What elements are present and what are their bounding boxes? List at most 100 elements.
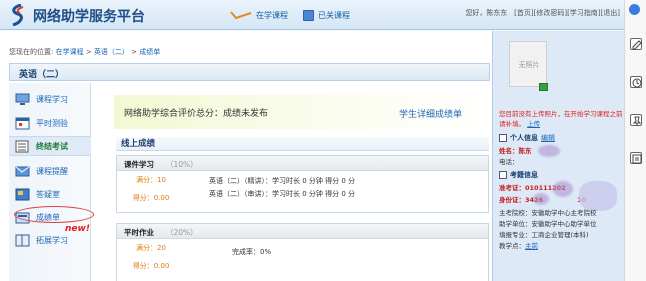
pin-tool-icon[interactable]	[630, 114, 642, 126]
upload-link[interactable]: 上传	[527, 120, 540, 128]
sidebar-item-label: 平时测验	[36, 118, 68, 128]
breadcrumb-sep: >	[131, 48, 138, 56]
new-badge: new!	[65, 224, 90, 234]
tab-current-label: 在学课程	[256, 10, 288, 20]
privacy-blur	[538, 145, 560, 157]
card-title: 课件学习	[124, 160, 154, 169]
got-score: 得分：0.00	[132, 262, 170, 270]
detail-line: 完成率：0%	[232, 248, 272, 256]
full-score: 满分：20	[136, 244, 166, 252]
profile-panel: 无照片 您目前没有上传照片，在开始学习课程之前请补填。 上传 个人信息 编辑 姓…	[492, 31, 624, 281]
sidebar-item-final-exam[interactable]: 终结考试	[9, 136, 91, 156]
logo-icon	[12, 4, 24, 26]
breadcrumb-prefix: 您现在的位置:	[9, 48, 54, 56]
evaluation-value: 成绩未发布	[223, 108, 269, 119]
card-header: 平时作业 （20%）	[117, 224, 488, 239]
phone-row: 电话：	[499, 157, 519, 167]
main-area: 您现在的位置: 在学课程 > 英语（二） > 成绩单 英语（二） 课程学习 平时…	[0, 31, 493, 281]
reminder-icon	[15, 165, 30, 178]
photo-placeholder-text: 无照片	[518, 60, 540, 69]
point-label: 教学点：	[499, 242, 525, 250]
content-area: 网络助学综合评价总分： 成绩未发布 学生详细成绩单 线上成绩 课件学习 （10%）…	[98, 83, 490, 281]
school-value: 安徽助学中心主考院校	[531, 209, 597, 217]
detail-report-link[interactable]: 学生详细成绩单	[399, 107, 462, 120]
personal-info-header: 个人信息 编辑	[499, 133, 555, 143]
evaluation-label: 网络助学综合评价总分：	[124, 108, 224, 119]
breadcrumb-sep: >	[85, 48, 92, 56]
id-label: 身份证：	[499, 196, 525, 204]
sidebar-item-course-study[interactable]: 课程学习	[15, 89, 68, 109]
user-info: 您好，陈东东 [首页][修改密码][学习指南][退出]	[465, 8, 620, 18]
camera-icon[interactable]	[539, 83, 548, 91]
sidebar: 课程学习 平时测验 终结考试 课程提醒 答疑室 成绩单 拓展学习 new!	[9, 83, 91, 281]
card-weight: （20%）	[166, 228, 198, 237]
note-tool-icon[interactable]	[630, 152, 642, 164]
ticket-label: 准考证：	[499, 184, 525, 192]
top-bar: 网络助学服务平台 在学课程 已关课程 您好，陈东东 [首页][修改密码][学习指…	[0, 0, 624, 30]
edit-link[interactable]: 编辑	[541, 133, 555, 143]
major-value: 工商企业管理(本科)	[531, 231, 589, 239]
got-score: 得分：0.00	[132, 194, 170, 202]
edit-tool-icon[interactable]	[630, 38, 642, 50]
card-weight: （10%）	[166, 160, 198, 169]
breadcrumb-current[interactable]: 成绩单	[139, 48, 160, 56]
card-details: 完成率：0%	[232, 246, 271, 259]
personal-header-label: 个人信息	[510, 134, 538, 142]
major-label: 填报专业：	[499, 231, 532, 239]
tab-closed-label: 已关课程	[318, 10, 350, 20]
unit-value: 安徽助学中心助学单位	[531, 220, 597, 228]
sidebar-item-label: 课程学习	[36, 94, 68, 104]
exam-header-label: 考籍信息	[510, 171, 538, 179]
major-row: 填报专业：工商企业管理(本科)	[499, 230, 589, 240]
sidebar-item-reminder[interactable]: 课程提醒	[15, 161, 68, 181]
phone-label: 电话：	[499, 158, 519, 166]
person-icon	[499, 134, 507, 142]
photo-tip-text: 您目前没有上传照片，在开始学习课程之前请补填。	[499, 110, 623, 128]
greeting: 您好，陈东东	[465, 9, 508, 17]
name-value: 陈东	[518, 147, 532, 155]
book-icon	[15, 234, 30, 247]
unit-row: 助学单位：安徽助学中心助学单位	[499, 219, 597, 229]
sidebar-item-label: 拓展学习	[36, 235, 68, 245]
expand-icon[interactable]	[629, 4, 640, 15]
chat-icon	[15, 188, 30, 201]
card-title: 平时作业	[124, 228, 154, 237]
tool-strip	[624, 0, 646, 281]
list-icon	[15, 140, 30, 153]
breadcrumb: 您现在的位置: 在学课程 > 英语（二） > 成绩单	[9, 47, 160, 57]
name-row: 姓名：陈东	[499, 146, 532, 156]
exam-icon	[499, 171, 507, 179]
sidebar-item-qa-room[interactable]: 答疑室	[15, 184, 60, 204]
section-title: 线上成绩	[116, 137, 489, 151]
current-course-icon	[230, 11, 252, 20]
name-label: 姓名：	[499, 147, 519, 155]
card-scores: 满分：10 得分：0.00	[117, 172, 185, 206]
exam-info-header: 考籍信息	[499, 170, 538, 180]
detail-line: 英语（二）（精讲）：学习时长 0 分钟 得分 0 分	[209, 177, 356, 185]
clock-tool-icon[interactable]	[630, 76, 642, 88]
breadcrumb-link-courses[interactable]: 在学课程	[56, 48, 84, 56]
sidebar-item-label: 终结考试	[36, 141, 68, 151]
privacy-blur	[579, 181, 617, 211]
course-title-bar: 英语（二）	[9, 63, 490, 81]
brand-title: 网络助学服务平台	[33, 9, 145, 25]
score-card-courseware: 课件学习 （10%） 满分：10 得分：0.00 英语（二）（精讲）：学习时长 0…	[116, 155, 489, 213]
photo-tip: 您目前没有上传照片，在开始学习课程之前请补填。 上传	[499, 109, 623, 129]
highlight-ring	[14, 206, 94, 223]
point-row: 教学点：主前	[499, 241, 538, 251]
profile-photo[interactable]: 无照片	[509, 41, 547, 87]
closed-course-icon	[303, 9, 314, 21]
top-links[interactable]: [首页][修改密码][学习指南][退出]	[514, 9, 620, 17]
page: { "header": { "brand": "网络助学服务平台", "tab_…	[0, 0, 646, 281]
sidebar-item-extended[interactable]: 拓展学习	[15, 230, 68, 250]
point-link[interactable]: 主前	[525, 242, 538, 250]
privacy-blur	[533, 193, 549, 205]
breadcrumb-link-course[interactable]: 英语（二）	[94, 48, 129, 56]
tab-closed-courses[interactable]: 已关课程	[303, 7, 350, 23]
sidebar-item-quiz[interactable]: 平时测验	[15, 113, 68, 133]
tab-current-courses[interactable]: 在学课程	[230, 7, 288, 23]
sidebar-item-label: 答疑室	[36, 189, 60, 199]
sidebar-item-label: 课程提醒	[36, 166, 68, 176]
card-header: 课件学习 （10%）	[117, 156, 488, 171]
unit-label: 助学单位：	[499, 220, 532, 228]
